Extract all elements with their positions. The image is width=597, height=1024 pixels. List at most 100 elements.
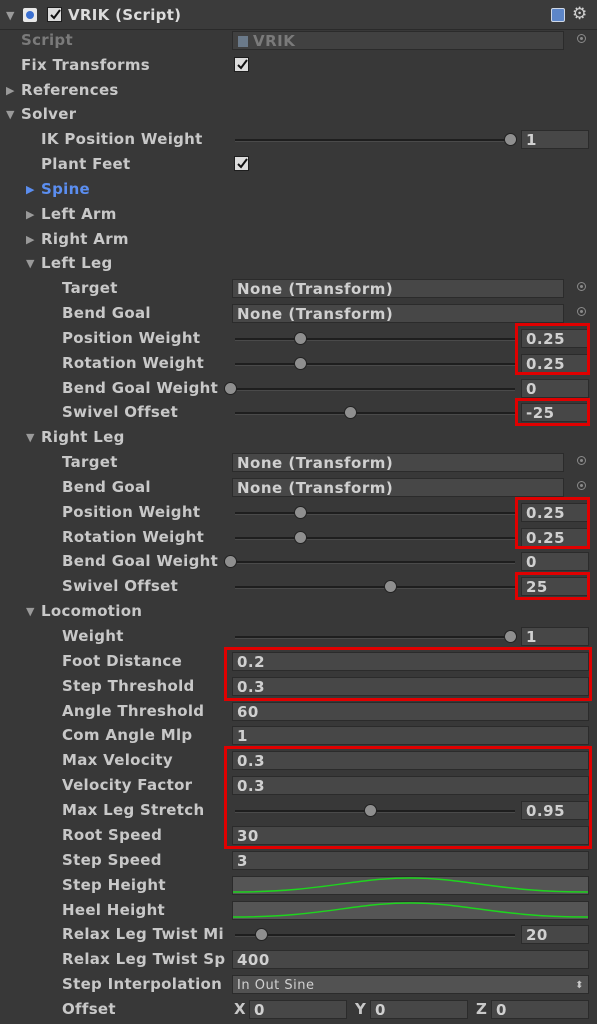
ik-position-weight-field[interactable]: 1 (521, 130, 589, 149)
help-book-icon[interactable] (551, 8, 565, 22)
swivel-offset-label: Swivel Offset (62, 577, 179, 595)
angle-threshold-label: Angle Threshold (62, 702, 205, 720)
weight-label: Weight (62, 627, 124, 645)
bend-goal-object-field[interactable]: None (Transform) (232, 304, 564, 323)
angle-threshold-field[interactable]: 60 (232, 702, 589, 721)
slider-thumb[interactable] (294, 506, 307, 519)
highlight-right-leg-weights (515, 497, 590, 549)
bend-goal-object-field[interactable]: None (Transform) (232, 478, 564, 497)
slider-thumb[interactable] (504, 630, 517, 643)
bend-goal-weight-label: Bend Goal Weight (62, 552, 219, 570)
highlight-right-leg-swivel (515, 572, 590, 600)
references-foldout[interactable]: ▶ References (0, 78, 597, 103)
fix-transforms-row: Fix Transforms (0, 53, 597, 78)
slider-track[interactable] (235, 934, 515, 937)
script-row: Script VRIK (0, 28, 597, 53)
slider-track[interactable] (235, 636, 515, 639)
right-leg-bend-goal-weight-row: Bend Goal Weight 0 (0, 549, 597, 574)
target-object-field[interactable]: None (Transform) (232, 453, 564, 472)
position-weight-label: Position Weight (62, 329, 201, 347)
heel-height-label: Heel Height (62, 901, 166, 919)
slider-thumb[interactable] (224, 555, 237, 568)
target-object-field[interactable]: None (Transform) (232, 279, 564, 298)
step-height-label: Step Height (62, 876, 166, 894)
right-leg-target-row: Target None (Transform) (0, 450, 597, 475)
slider-track[interactable] (235, 338, 515, 341)
step-height-row: Step Height (0, 873, 597, 898)
position-weight-label: Position Weight (62, 503, 201, 521)
offset-y-field[interactable]: 0 (370, 1000, 468, 1019)
plant-feet-label: Plant Feet (41, 155, 131, 173)
plant-feet-row: Plant Feet (0, 152, 597, 177)
object-picker-icon[interactable] (577, 34, 586, 43)
offset-label: Offset (62, 1000, 116, 1018)
slider-thumb[interactable] (344, 406, 358, 419)
right-leg-bend-goal-row: Bend Goal None (Transform) (0, 475, 597, 500)
step-speed-field[interactable]: 3 (232, 851, 589, 870)
target-label: Target (62, 279, 118, 297)
object-picker-icon[interactable] (577, 282, 586, 291)
relax-leg-twist-min-field[interactable]: 20 (521, 925, 589, 944)
step-height-curve-field[interactable] (232, 876, 589, 895)
slider-thumb[interactable] (254, 928, 268, 941)
expanded-arrow-icon: ▼ (26, 605, 35, 618)
object-picker-icon[interactable] (577, 307, 586, 316)
slider-thumb[interactable] (294, 357, 307, 370)
right-arm-foldout[interactable]: ▶ Right Arm (0, 227, 597, 252)
slider-track[interactable] (235, 388, 515, 391)
spine-label: Spine (41, 180, 91, 198)
references-label: References (21, 81, 119, 99)
fix-transforms-checkbox[interactable] (234, 57, 249, 72)
left-leg-position-weight-row: Position Weight 0.25 (0, 326, 597, 351)
heel-height-curve-field[interactable] (232, 901, 589, 920)
max-velocity-label: Max Velocity (62, 751, 173, 769)
slider-thumb[interactable] (224, 382, 237, 395)
slider-thumb[interactable] (383, 580, 397, 593)
step-interpolation-dropdown[interactable]: In Out Sine ⬍ (232, 975, 589, 994)
relax-leg-twist-speed-field[interactable]: 400 (232, 950, 589, 969)
checkmark-icon (50, 9, 61, 20)
slider-track[interactable] (235, 586, 515, 589)
left-leg-foldout[interactable]: ▼ Left Leg (0, 251, 597, 276)
slider-track[interactable] (235, 412, 515, 415)
locomotion-label: Locomotion (41, 602, 143, 620)
object-picker-icon[interactable] (577, 481, 586, 490)
left-leg-label: Left Leg (41, 254, 113, 272)
enabled-checkbox[interactable] (47, 7, 62, 22)
solver-label: Solver (21, 105, 77, 123)
plant-feet-checkbox[interactable] (234, 156, 249, 171)
slider-thumb[interactable] (504, 133, 517, 146)
spine-foldout[interactable]: ▶ Spine (0, 177, 597, 202)
com-angle-mlp-label: Com Angle Mlp (62, 726, 193, 744)
component-title: VRIK (Script) (68, 6, 182, 24)
left-leg-rotation-weight-row: Rotation Weight 0.25 (0, 351, 597, 376)
right-leg-foldout[interactable]: ▼ Right Leg (0, 425, 597, 450)
offset-row: Offset X 0 Y 0 Z 0 (0, 997, 597, 1022)
slider-track[interactable] (235, 139, 515, 142)
slider-track[interactable] (235, 561, 515, 564)
slider-thumb[interactable] (294, 332, 307, 345)
locomotion-foldout[interactable]: ▼ Locomotion (0, 599, 597, 624)
com-angle-mlp-field[interactable]: 1 (232, 726, 589, 745)
step-interpolation-label: Step Interpolation (62, 975, 223, 993)
gear-icon[interactable]: ⚙ (572, 4, 587, 24)
object-picker-icon[interactable] (577, 456, 586, 465)
slider-track[interactable] (235, 512, 515, 515)
slider-track[interactable] (235, 363, 515, 366)
left-arm-foldout[interactable]: ▶ Left Arm (0, 202, 597, 227)
locomotion-weight-row: Weight 1 (0, 624, 597, 649)
checkmark-icon (237, 158, 248, 169)
slider-thumb[interactable] (294, 531, 307, 544)
foldout-arrow-icon[interactable]: ▼ (6, 3, 14, 28)
solver-foldout[interactable]: ▼ Solver (0, 102, 597, 127)
weight-field[interactable]: 1 (521, 627, 589, 646)
component-header: ▼ VRIK (Script) ⚙ (0, 0, 597, 30)
offset-z-field[interactable]: 0 (491, 1000, 589, 1019)
offset-x-field[interactable]: 0 (249, 1000, 347, 1019)
checkmark-icon (237, 59, 248, 70)
right-leg-swivel-offset-row: Swivel Offset 25 (0, 574, 597, 599)
bend-goal-weight-field[interactable]: 0 (521, 379, 589, 398)
collapsed-arrow-icon: ▶ (26, 233, 35, 246)
bend-goal-weight-field[interactable]: 0 (521, 552, 589, 571)
slider-track[interactable] (235, 537, 515, 540)
